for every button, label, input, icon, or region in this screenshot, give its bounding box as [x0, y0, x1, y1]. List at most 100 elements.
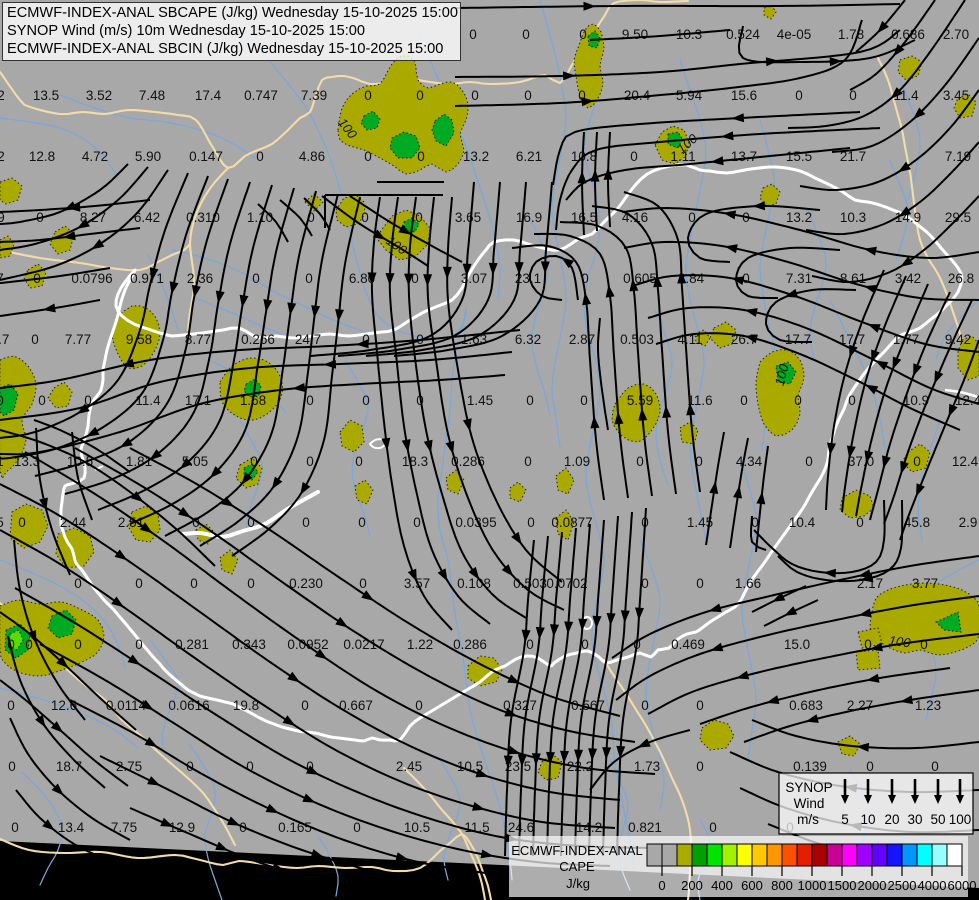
svg-text:0: 0	[794, 393, 802, 408]
svg-text:2.9: 2.9	[959, 515, 978, 530]
svg-text:0: 0	[252, 271, 260, 286]
svg-text:4.34: 4.34	[736, 454, 763, 469]
svg-text:0.821: 0.821	[628, 820, 662, 835]
svg-text:13.4: 13.4	[58, 820, 85, 835]
svg-text:2.36: 2.36	[187, 271, 213, 286]
svg-text:0: 0	[524, 88, 532, 103]
svg-text:0: 0	[848, 393, 856, 408]
svg-text:ECMWF-INDEX-ANAL: ECMWF-INDEX-ANAL	[511, 843, 642, 858]
svg-text:1.22: 1.22	[407, 637, 433, 652]
svg-text:5: 5	[0, 515, 4, 530]
svg-text:0: 0	[658, 878, 665, 893]
svg-text:0: 0	[795, 88, 803, 103]
svg-text:0.139: 0.139	[793, 759, 827, 774]
svg-text:18.3: 18.3	[402, 454, 428, 469]
svg-text:0: 0	[364, 149, 372, 164]
svg-text:0.0217: 0.0217	[343, 637, 384, 652]
svg-text:11.4: 11.4	[135, 393, 161, 408]
svg-text:0: 0	[411, 271, 419, 286]
svg-text:4e-05: 4e-05	[777, 27, 812, 42]
svg-text:10.4: 10.4	[789, 515, 816, 530]
svg-text:100: 100	[888, 633, 912, 651]
svg-text:0: 0	[630, 149, 638, 164]
svg-text:18.7: 18.7	[56, 759, 82, 774]
svg-text:100: 100	[949, 812, 972, 827]
svg-text:0: 0	[359, 576, 367, 591]
svg-text:0: 0	[364, 88, 372, 103]
svg-text:7.48: 7.48	[139, 88, 165, 103]
svg-text:4.86: 4.86	[299, 149, 325, 164]
svg-text:0: 0	[8, 759, 16, 774]
svg-text:20: 20	[884, 812, 899, 827]
svg-text:1.23: 1.23	[915, 698, 941, 713]
svg-text:0: 0	[302, 515, 310, 530]
svg-text:0.281: 0.281	[175, 637, 209, 652]
svg-text:0: 0	[527, 515, 535, 530]
svg-text:11.6: 11.6	[687, 393, 712, 408]
svg-text:0.165: 0.165	[278, 820, 312, 835]
svg-text:600: 600	[741, 878, 763, 893]
svg-text:0: 0	[522, 27, 530, 42]
svg-text:1.66: 1.66	[735, 576, 761, 591]
svg-text:0: 0	[18, 515, 26, 530]
svg-text:3.52: 3.52	[86, 88, 112, 103]
svg-text:10: 10	[860, 812, 875, 827]
svg-text:2000: 2000	[858, 878, 887, 893]
svg-text:4.72: 4.72	[82, 149, 108, 164]
svg-text:1500: 1500	[828, 878, 857, 893]
svg-text:0: 0	[355, 454, 363, 469]
svg-text:0: 0	[358, 515, 366, 530]
svg-text:30: 30	[907, 812, 922, 827]
svg-text:13.7: 13.7	[731, 149, 757, 164]
svg-text:0: 0	[25, 576, 33, 591]
svg-text:0.0702: 0.0702	[546, 576, 587, 591]
svg-text:0: 0	[301, 698, 309, 713]
svg-text:0: 0	[306, 393, 314, 408]
svg-text:1.73: 1.73	[634, 759, 660, 774]
svg-text:ECMWF-INDEX-ANAL SBCAPE (J/kg): ECMWF-INDEX-ANAL SBCAPE (J/kg) Wednesday…	[7, 5, 458, 21]
svg-text:ECMWF-INDEX-ANAL SBCIN (J/kg): ECMWF-INDEX-ANAL SBCIN (J/kg) Wednesday …	[7, 41, 443, 57]
svg-text:2: 2	[0, 149, 5, 164]
svg-text:0: 0	[696, 698, 704, 713]
svg-text:3.42: 3.42	[895, 271, 921, 286]
svg-text:m/s: m/s	[797, 812, 819, 827]
svg-text:15.6: 15.6	[731, 88, 757, 103]
svg-text:0: 0	[469, 27, 477, 42]
svg-text:3.07: 3.07	[461, 271, 487, 286]
svg-text:0: 0	[526, 637, 534, 652]
svg-text:0.971: 0.971	[130, 271, 164, 286]
svg-text:0: 0	[920, 637, 928, 652]
svg-text:7.77: 7.77	[65, 332, 91, 347]
svg-text:0: 0	[805, 454, 813, 469]
svg-text:12.8: 12.8	[29, 149, 55, 164]
svg-text:0: 0	[931, 759, 939, 774]
svg-text:5: 5	[841, 812, 849, 827]
svg-text:SYNOP Wind (m/s) 10m Wednesday: SYNOP Wind (m/s) 10m Wednesday 15-10-202…	[7, 23, 365, 39]
svg-text:1: 1	[0, 454, 4, 469]
svg-text:16.9: 16.9	[516, 210, 542, 225]
svg-text:Wind: Wind	[794, 796, 825, 811]
svg-text:13.2: 13.2	[786, 210, 812, 225]
svg-text:0: 0	[696, 759, 704, 774]
svg-text:0: 0	[416, 88, 424, 103]
svg-text:5.90: 5.90	[135, 149, 161, 164]
svg-text:CAPE: CAPE	[559, 859, 595, 874]
svg-text:0: 0	[7, 698, 15, 713]
svg-text:24.7: 24.7	[295, 332, 321, 347]
svg-text:0: 0	[74, 637, 82, 652]
svg-text:0: 0	[579, 27, 587, 42]
svg-text:800: 800	[771, 878, 793, 893]
svg-text:1.09: 1.09	[564, 454, 590, 469]
svg-text:0: 0	[305, 271, 313, 286]
svg-text:0: 0	[581, 637, 589, 652]
svg-text:17.4: 17.4	[195, 88, 222, 103]
svg-text:0: 0	[135, 637, 143, 652]
svg-text:0: 0	[471, 88, 479, 103]
svg-text:10.3: 10.3	[840, 210, 866, 225]
svg-text:12.4: 12.4	[952, 454, 979, 469]
svg-text:13.2: 13.2	[463, 149, 489, 164]
svg-text:0.286: 0.286	[453, 637, 487, 652]
svg-text:1.45: 1.45	[467, 393, 493, 408]
svg-text:0.0877: 0.0877	[551, 515, 592, 530]
svg-text:0: 0	[11, 820, 19, 835]
